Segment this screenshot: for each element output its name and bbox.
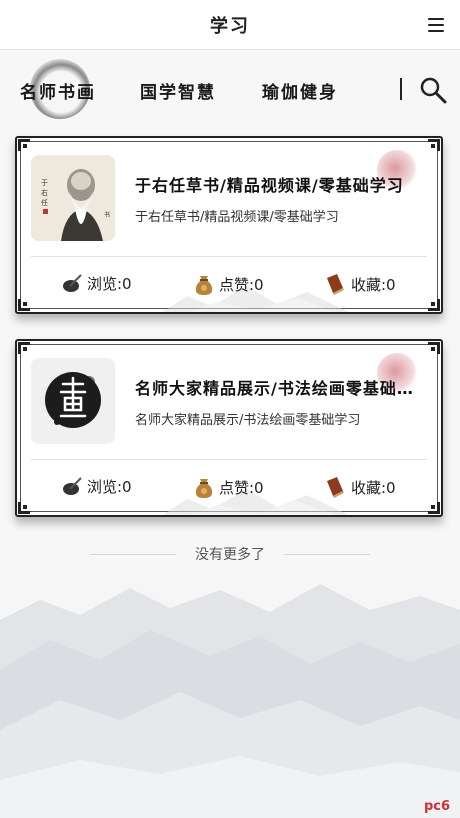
corner-ornament-icon bbox=[428, 502, 440, 514]
ink-landscape-background bbox=[0, 560, 460, 818]
menu-icon[interactable] bbox=[426, 16, 446, 34]
favorite-count-label: 收藏:0 bbox=[351, 478, 396, 497]
svg-text:右: 右 bbox=[41, 188, 48, 197]
corner-ornament-icon bbox=[18, 299, 30, 311]
money-bag-icon bbox=[195, 276, 213, 295]
search-icon[interactable] bbox=[419, 76, 447, 104]
card-divider bbox=[31, 459, 427, 460]
course-description: 于右任草书/精品视频课/零基础学习 bbox=[135, 210, 339, 225]
svg-text:于: 于 bbox=[41, 179, 48, 187]
like-count-label: 点赞:0 bbox=[219, 275, 264, 294]
favorite-count-label: 收藏:0 bbox=[351, 275, 396, 294]
course-card[interactable]: 名师大家精品展示/书法绘画零基础学习 名师大家精品展示/书法绘画零基础学习 浏览… bbox=[15, 339, 443, 517]
corner-ornament-icon bbox=[428, 139, 440, 151]
site-watermark: pc6 bbox=[423, 799, 450, 814]
app-header: 学习 bbox=[0, 0, 460, 50]
tab-yoga-fitness[interactable]: 瑜伽健身 bbox=[262, 78, 338, 103]
tab-calligraphy-painting[interactable]: 名师书画 bbox=[20, 78, 96, 103]
svg-text:书: 书 bbox=[104, 211, 110, 219]
view-count-label: 浏览:0 bbox=[87, 477, 132, 496]
corner-ornament-icon bbox=[18, 139, 30, 151]
course-card[interactable]: 于 右 任 书 于右任草书/精品视频课/零基础学习 于右任草书/精品视频课/零基… bbox=[15, 136, 443, 314]
like-count[interactable]: 点赞:0 bbox=[193, 475, 264, 499]
course-title[interactable]: 名师大家精品展示/书法绘画零基础学习 bbox=[135, 375, 425, 399]
corner-ornament-icon bbox=[18, 342, 30, 354]
ink-stone-icon bbox=[63, 477, 82, 495]
svg-text:任: 任 bbox=[41, 198, 48, 207]
corner-ornament-icon bbox=[428, 342, 440, 354]
view-count-label: 浏览:0 bbox=[87, 274, 132, 293]
course-title[interactable]: 于右任草书/精品视频课/零基础学习 bbox=[135, 172, 425, 196]
tab-chinese-classics[interactable]: 国学智慧 bbox=[140, 78, 216, 103]
corner-ornament-icon bbox=[428, 299, 440, 311]
favorite-count[interactable]: 收藏:0 bbox=[323, 475, 396, 499]
view-count: 浏览:0 bbox=[61, 475, 132, 497]
course-thumbnail-portrait[interactable]: 于 右 任 书 bbox=[31, 155, 115, 241]
ink-stone-icon bbox=[63, 274, 82, 292]
course-thumbnail-calligraphy[interactable] bbox=[31, 358, 115, 444]
favorite-count[interactable]: 收藏:0 bbox=[323, 272, 396, 296]
course-description: 名师大家精品展示/书法绘画零基础学习 bbox=[135, 413, 361, 428]
page-title: 学习 bbox=[210, 15, 250, 37]
book-icon bbox=[327, 274, 344, 295]
end-divider-right bbox=[284, 554, 370, 555]
like-count[interactable]: 点赞:0 bbox=[193, 272, 264, 296]
money-bag-icon bbox=[195, 479, 213, 498]
like-count-label: 点赞:0 bbox=[219, 478, 264, 497]
corner-ornament-icon bbox=[18, 502, 30, 514]
book-icon bbox=[327, 477, 344, 498]
view-count: 浏览:0 bbox=[61, 272, 132, 294]
card-divider bbox=[31, 256, 427, 257]
category-tabs: 名师书画 国学智慧 瑜伽健身 bbox=[0, 50, 460, 130]
tab-divider bbox=[400, 78, 402, 100]
